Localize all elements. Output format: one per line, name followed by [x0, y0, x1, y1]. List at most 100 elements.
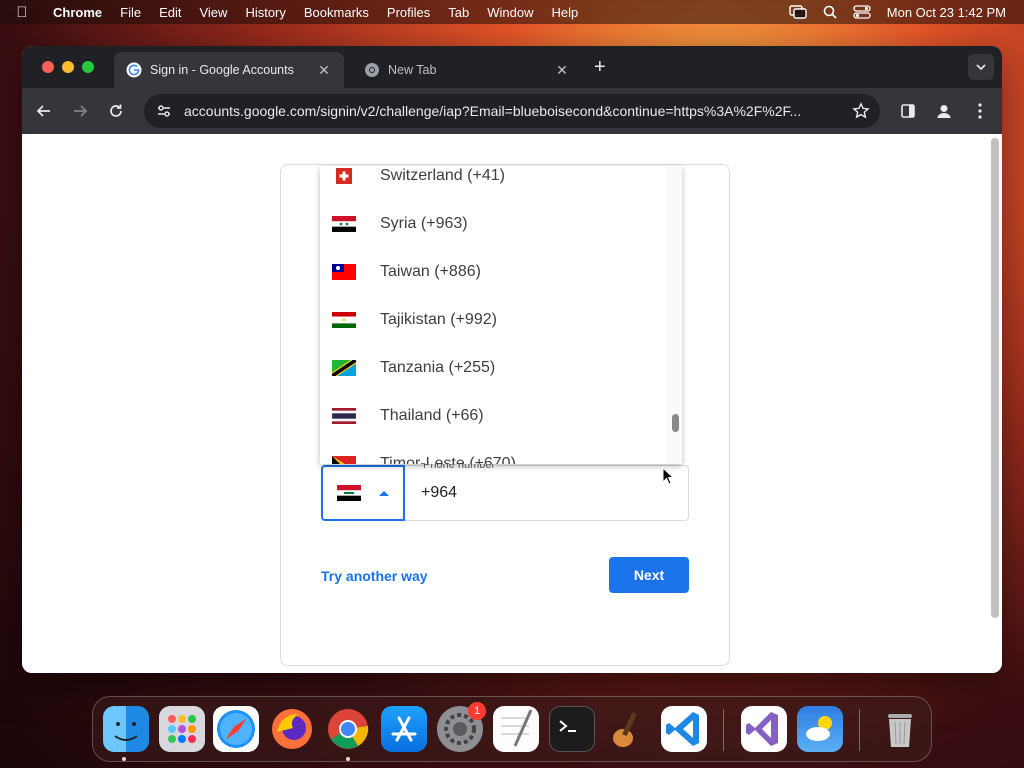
next-button[interactable]: Next	[609, 557, 689, 593]
trash-icon[interactable]	[877, 706, 923, 752]
more-vertical-icon	[978, 103, 982, 119]
apple-menu-icon[interactable]: 	[0, 4, 44, 21]
chrome-menu-button[interactable]	[966, 97, 994, 125]
app-store-icon[interactable]	[381, 706, 427, 752]
settings-notification-badge: 1	[468, 702, 486, 720]
reload-icon	[110, 104, 122, 117]
taiwan-flag-icon	[332, 264, 356, 280]
spotlight-search-icon[interactable]	[823, 5, 837, 19]
menu-view[interactable]: View	[190, 5, 236, 20]
forward-arrow-icon	[74, 105, 88, 117]
country-option-thailand[interactable]: Thailand (+66)	[320, 392, 666, 440]
window-minimize-button[interactable]	[62, 61, 74, 73]
firefox-icon[interactable]	[269, 706, 315, 752]
switzerland-flag-icon	[336, 168, 352, 184]
phone-number-input[interactable]: +964	[405, 465, 689, 521]
tab-close-icon[interactable]: ✕	[316, 62, 332, 79]
country-option-label: Thailand (+66)	[380, 407, 484, 424]
page-scrollbar-thumb[interactable]	[991, 138, 999, 618]
dropdown-arrow-icon	[379, 490, 389, 496]
menu-help[interactable]: Help	[543, 5, 588, 20]
forward-button[interactable]	[66, 97, 94, 125]
country-option-taiwan[interactable]: Taiwan (+886)	[320, 248, 666, 296]
country-option-label: Tanzania (+255)	[380, 359, 496, 376]
bookmark-star-icon[interactable]	[852, 102, 870, 120]
country-option-syria[interactable]: Syria (+963)	[320, 200, 666, 248]
dropdown-scrollbar-thumb[interactable]	[672, 414, 679, 432]
vscode-icon[interactable]	[661, 706, 707, 752]
iraq-flag-icon	[337, 485, 361, 501]
thailand-flag-icon	[332, 408, 356, 424]
menubar-clock[interactable]: Mon Oct 23 1:42 PM	[887, 5, 1006, 20]
menu-file[interactable]: File	[111, 5, 150, 20]
address-bar[interactable]: accounts.google.com/signin/v2/challenge/…	[144, 94, 880, 128]
chevron-down-icon	[976, 64, 986, 70]
safari-icon[interactable]	[213, 706, 259, 752]
screen-mirroring-icon[interactable]	[789, 5, 807, 19]
country-option-tanzania[interactable]: Tanzania (+255)	[320, 344, 666, 392]
country-code-select[interactable]	[321, 465, 405, 521]
url-text[interactable]: accounts.google.com/signin/v2/challenge/…	[184, 103, 844, 119]
site-info-icon[interactable]	[156, 103, 172, 119]
launchpad-icon[interactable]	[159, 706, 205, 752]
browser-toolbar: accounts.google.com/signin/v2/challenge/…	[22, 88, 1002, 134]
side-panel-icon	[901, 104, 915, 118]
side-panel-button[interactable]	[894, 97, 922, 125]
country-option-tajikistan[interactable]: Tajikistan (+992)	[320, 296, 666, 344]
country-dropdown-list[interactable]: Switzerland (+41) Syria (+963) Taiwan (+…	[320, 166, 682, 464]
try-another-way-link[interactable]: Try another way	[321, 568, 428, 584]
tab-title: New Tab	[388, 63, 437, 77]
window-zoom-button[interactable]	[82, 61, 94, 73]
phone-number-value: +964	[421, 484, 458, 501]
menu-history[interactable]: History	[236, 5, 294, 20]
syria-flag-icon	[332, 216, 356, 232]
macos-menu-bar:  Chrome File Edit View History Bookmark…	[0, 0, 1024, 24]
country-option-label: Syria (+963)	[380, 215, 468, 232]
country-option-switzerland[interactable]: Switzerland (+41)	[320, 166, 666, 200]
country-option-label: Tajikistan (+992)	[380, 311, 497, 328]
country-option-timor-leste[interactable]: Timor-Leste (+670)	[320, 440, 666, 464]
chrome-icon[interactable]	[325, 706, 371, 752]
country-options: Switzerland (+41) Syria (+963) Taiwan (+…	[320, 166, 666, 464]
google-favicon-icon	[126, 62, 142, 78]
country-option-label: Taiwan (+886)	[380, 263, 481, 280]
menu-tab[interactable]: Tab	[439, 5, 478, 20]
menu-bookmarks[interactable]: Bookmarks	[295, 5, 378, 20]
dock-separator	[723, 709, 724, 751]
tab-close-icon[interactable]: ✕	[554, 62, 570, 79]
tab-new-tab[interactable]: New Tab ✕	[352, 52, 582, 88]
chrome-favicon-icon	[365, 63, 379, 77]
dock-separator	[859, 709, 860, 751]
garageband-icon[interactable]	[605, 706, 651, 752]
new-tab-button[interactable]: +	[594, 57, 606, 77]
timor-leste-flag-icon	[332, 456, 356, 464]
profile-avatar-icon	[937, 105, 951, 118]
textedit-icon[interactable]	[493, 706, 539, 752]
running-indicator	[122, 757, 126, 761]
country-option-label: Switzerland (+41)	[380, 167, 505, 184]
menu-app-name[interactable]: Chrome	[44, 5, 111, 20]
mouse-cursor-icon	[662, 467, 674, 485]
macos-dock	[92, 696, 932, 762]
terminal-icon[interactable]	[549, 706, 595, 752]
profile-button[interactable]	[930, 97, 958, 125]
back-arrow-icon	[36, 105, 50, 117]
tab-search-button[interactable]	[968, 54, 994, 80]
reload-button[interactable]	[102, 97, 130, 125]
weather-icon[interactable]	[797, 706, 843, 752]
menu-window[interactable]: Window	[478, 5, 542, 20]
menu-edit[interactable]: Edit	[150, 5, 190, 20]
finder-icon[interactable]	[103, 706, 149, 752]
tab-title: Sign in - Google Accounts	[150, 63, 294, 77]
tajikistan-flag-icon	[332, 312, 356, 328]
visual-studio-icon[interactable]	[741, 706, 787, 752]
window-close-button[interactable]	[42, 61, 54, 73]
back-button[interactable]	[30, 97, 58, 125]
country-option-label: Timor-Leste (+670)	[380, 455, 516, 464]
control-center-icon[interactable]	[853, 5, 871, 19]
dropdown-scrollbar[interactable]	[668, 166, 682, 464]
tab-strip: Sign in - Google Accounts ✕ New Tab ✕ +	[22, 46, 1002, 88]
menu-profiles[interactable]: Profiles	[378, 5, 439, 20]
tab-sign-in[interactable]: Sign in - Google Accounts ✕	[114, 52, 344, 88]
page-scrollbar[interactable]	[988, 134, 1002, 673]
